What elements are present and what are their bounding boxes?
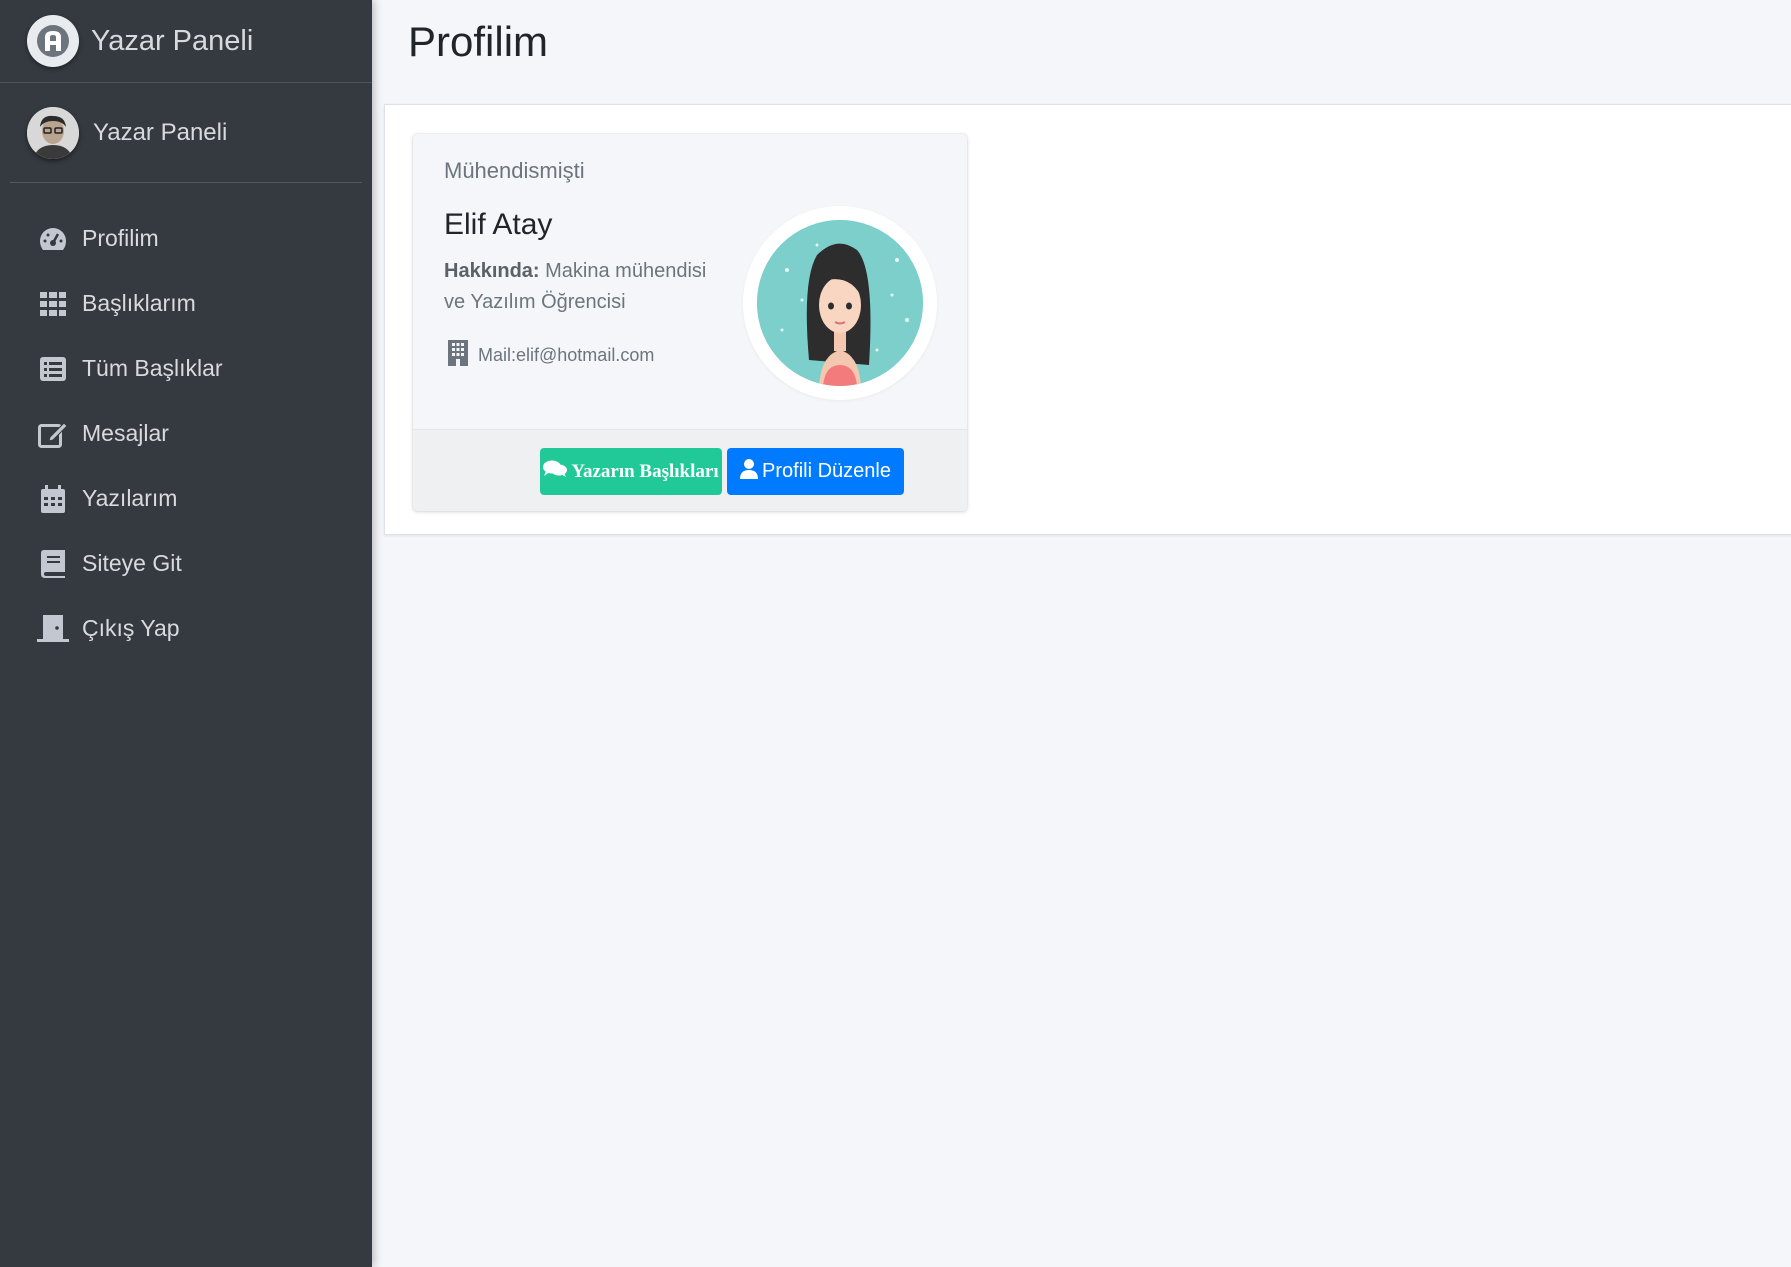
sidebar-item-cikis-yap[interactable]: Çıkış Yap bbox=[0, 596, 372, 661]
sidebar-item-yazilarim[interactable]: Yazılarım bbox=[0, 466, 372, 531]
book-icon bbox=[37, 548, 69, 580]
list-icon bbox=[37, 353, 69, 385]
sidebar-item-label: Siteye Git bbox=[82, 550, 182, 576]
sidebar-item-tum-basliklar[interactable]: Tüm Başlıklar bbox=[0, 336, 372, 401]
author-posts-label: Yazarın Başlıkları bbox=[571, 460, 719, 482]
brand-link[interactable]: Yazar Paneli bbox=[0, 0, 372, 83]
content-header: Profilim bbox=[408, 18, 548, 66]
profile-about: Hakkında: Makina mühendisi ve Yazılım Öğ… bbox=[444, 256, 714, 318]
sidebar-nav: Profilim Başlıklarım Tüm Başlıklar Mesaj… bbox=[0, 206, 372, 661]
profile-avatar-illustration bbox=[757, 220, 923, 386]
door-icon bbox=[37, 613, 69, 645]
profile-name: Elif Atay bbox=[444, 208, 553, 241]
profile-card-footer: Yazarın Başlıkları Profili Düzenle bbox=[413, 429, 967, 511]
profile-photo bbox=[743, 206, 937, 400]
sidebar-item-label: Başlıklarım bbox=[82, 290, 196, 316]
sidebar-item-label: Yazılarım bbox=[82, 485, 178, 511]
user-panel[interactable]: Yazar Paneli bbox=[10, 83, 362, 183]
building-icon bbox=[448, 340, 468, 371]
grid-icon bbox=[37, 288, 69, 320]
comments-icon bbox=[543, 460, 568, 484]
sidebar-item-mesajlar[interactable]: Mesajlar bbox=[0, 401, 372, 466]
edit-profile-button[interactable]: Profili Düzenle bbox=[727, 448, 904, 495]
about-label: Hakkında: bbox=[444, 260, 540, 282]
user-name: Yazar Paneli bbox=[93, 118, 228, 146]
profile-card: Mühendismişti Elif Atay Hakkında: Makina… bbox=[413, 134, 967, 511]
edit-profile-label: Profili Düzenle bbox=[762, 460, 891, 482]
profile-title: Mühendismişti bbox=[444, 158, 585, 183]
dashboard-icon bbox=[37, 223, 69, 255]
sidebar-item-profilim[interactable]: Profilim bbox=[0, 206, 372, 271]
sidebar-item-basliklarim[interactable]: Başlıklarım bbox=[0, 271, 372, 336]
sidebar-item-label: Tüm Başlıklar bbox=[82, 355, 223, 381]
avatar bbox=[27, 106, 79, 159]
author-posts-button[interactable]: Yazarın Başlıkları bbox=[540, 448, 722, 495]
page-title: Profilim bbox=[408, 18, 549, 65]
mail-row: Mail:elif@hotmail.com bbox=[448, 340, 654, 371]
sidebar-item-label: Çıkış Yap bbox=[82, 615, 180, 641]
sidebar-item-siteye-git[interactable]: Siteye Git bbox=[0, 531, 372, 596]
user-icon bbox=[740, 458, 759, 485]
brand-title: Yazar Paneli bbox=[91, 24, 254, 57]
sidebar: Yazar Paneli Yazar Paneli Profilim Başlı… bbox=[0, 0, 372, 1267]
calendar-icon bbox=[37, 483, 69, 515]
sidebar-item-label: Profilim bbox=[82, 225, 159, 251]
profile-mail: Mail:elif@hotmail.com bbox=[478, 345, 655, 365]
edit-icon bbox=[37, 418, 69, 450]
brand-logo-icon bbox=[27, 15, 79, 67]
sidebar-item-label: Mesajlar bbox=[82, 420, 169, 446]
